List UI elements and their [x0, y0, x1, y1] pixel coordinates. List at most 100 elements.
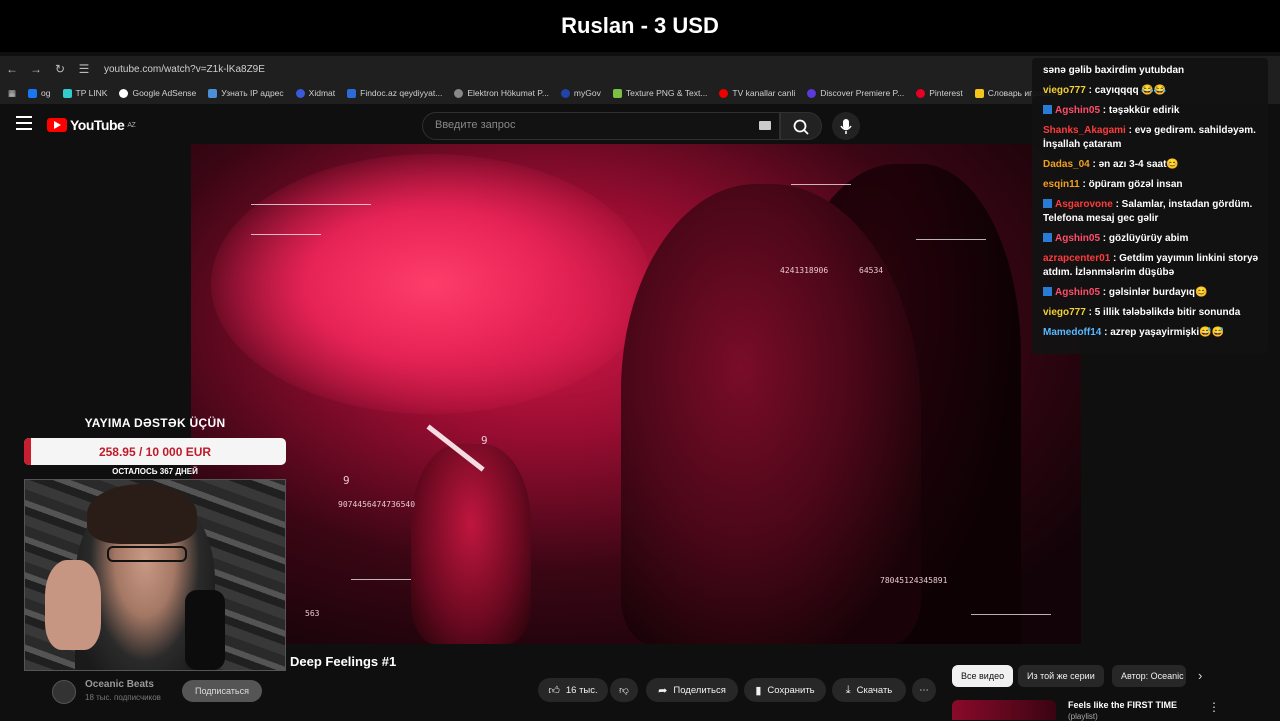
- like-count: 16 тыс.: [565, 684, 598, 696]
- hud-number: 563: [305, 609, 320, 618]
- bookmark-item[interactable]: og: [28, 88, 51, 98]
- bookmark-item[interactable]: myGov: [560, 88, 601, 98]
- bookmark-label: Узнать IP адрес: [221, 88, 284, 98]
- bookmark-item[interactable]: Elektron Hökumət P...: [454, 88, 549, 98]
- search-input[interactable]: Введите запрос: [422, 112, 780, 140]
- tplink-icon: [62, 88, 72, 98]
- forward-icon[interactable]: →: [24, 62, 48, 76]
- subscribe-button[interactable]: Подписаться: [182, 680, 262, 702]
- download-label: Скачать: [856, 684, 893, 696]
- bookmark-label: Xidmat: [308, 88, 336, 98]
- bookmark-item[interactable]: Узнать IP адрес: [208, 88, 284, 98]
- thumbs-up-icon: 👍︎: [548, 684, 560, 697]
- chip-author[interactable]: Автор: Oceanic: [1112, 665, 1186, 687]
- bookmark-item[interactable]: Pinterest: [916, 88, 963, 98]
- chat-badge-icon: [1043, 287, 1052, 296]
- site-info-icon[interactable]: ☰: [72, 62, 96, 76]
- tv-icon: [719, 88, 729, 98]
- chat-message: Asgarovone : Salamlar, instadan gördüm. …: [1043, 198, 1260, 226]
- share-icon: ➦: [658, 684, 668, 697]
- bookmark-item[interactable]: Discover Premiere P...: [807, 88, 904, 98]
- chat-message: Dadas_04 : ən azı 3-4 saat😊: [1043, 158, 1260, 172]
- search-button[interactable]: [780, 112, 822, 140]
- donation-goal-title: YAYIMA DƏSTƏK ÜÇÜN: [84, 416, 226, 430]
- save-button[interactable]: ▮ Сохранить: [744, 678, 826, 702]
- ip-icon: [208, 88, 218, 98]
- share-button[interactable]: ➦ Поделиться: [646, 678, 738, 702]
- related-title[interactable]: Feels like the FIRST TIME: [1068, 700, 1198, 710]
- bookmark-label: Elektron Hökumət P...: [467, 88, 549, 98]
- menu-icon[interactable]: [16, 116, 32, 130]
- chat-username: esqin11: [1043, 179, 1080, 190]
- streamer-hand: [45, 560, 101, 650]
- hud-number: 9: [481, 434, 488, 447]
- video-player[interactable]: 4241318906 64534 907445647473654​0 78045…: [191, 144, 1081, 644]
- chat-text: : cayıqqqq 😂😂: [1085, 85, 1167, 96]
- video-face: [621, 184, 921, 644]
- dislike-button[interactable]: 👎︎: [610, 678, 638, 702]
- bookmark-label: Pinterest: [929, 88, 963, 98]
- more-vert-icon[interactable]: ⋮: [1208, 700, 1220, 714]
- url-field[interactable]: youtube.com/watch?v=Z1k-lKa8Z9E: [104, 64, 265, 75]
- bookmark-item[interactable]: TV kanallar canli: [719, 88, 795, 98]
- keyboard-icon[interactable]: [759, 121, 771, 130]
- streamer-hair: [87, 484, 197, 544]
- microphone: [185, 590, 225, 670]
- like-button[interactable]: 👍︎ 16 тыс.: [538, 678, 608, 702]
- chip-all-videos[interactable]: Все видео: [952, 665, 1014, 687]
- chat-badge-icon: [1043, 233, 1052, 242]
- hud-number: 9: [343, 474, 350, 487]
- chat-text: : 5 illik tələbəlikdə bitir sonunda: [1085, 307, 1241, 318]
- bookmark-label: Findoc.az qeydiyyat...: [360, 88, 443, 98]
- chat-username: Agshin05: [1055, 105, 1101, 116]
- youtube-logo[interactable]: YouTube AZ: [47, 117, 136, 133]
- mic-icon: [840, 119, 852, 134]
- chat-message: viego777 : cayıqqqq 😂😂: [1043, 84, 1260, 98]
- chat-message: azrapcenter01 : Getdim yayımın linkini s…: [1043, 252, 1260, 280]
- dictionary-icon: [974, 88, 984, 98]
- premiere-icon: [807, 88, 817, 98]
- download-button[interactable]: ⤓ Скачать: [832, 678, 906, 702]
- bookmark-icon: ▮: [755, 684, 762, 697]
- voice-search-button[interactable]: [832, 112, 860, 140]
- streamer-glasses: [107, 546, 187, 562]
- bookmark-item[interactable]: Xidmat: [295, 88, 336, 98]
- xidmat-icon: [295, 88, 305, 98]
- facebook-icon: [28, 88, 38, 98]
- chat-message: sənə gəlib baxirdim yutubdan: [1043, 64, 1260, 78]
- reload-icon[interactable]: ↻: [48, 62, 72, 76]
- chat-message: Shanks_Akagami : evə gedirəm. sahildəyəm…: [1043, 124, 1260, 152]
- more-actions-button[interactable]: ⋯: [912, 678, 936, 702]
- back-icon[interactable]: ←: [0, 62, 24, 76]
- bookmark-item[interactable]: Findoc.az qeydiyyat...: [347, 88, 442, 98]
- hud-number: 64534: [859, 266, 884, 275]
- related-thumbnail[interactable]: [952, 700, 1056, 720]
- bookmark-item[interactable]: Texture PNG & Text...: [612, 88, 707, 98]
- chat-username: Agshin05: [1055, 233, 1101, 244]
- video-title: Deep Feelings #1: [290, 654, 397, 669]
- share-label: Поделиться: [673, 684, 726, 696]
- chevron-right-icon[interactable]: ›: [1198, 668, 1202, 683]
- bookmark-label: Google AdSense: [132, 88, 197, 98]
- apps-icon[interactable]: ▦: [8, 88, 16, 99]
- chip-same-series[interactable]: Из той же серии: [1018, 665, 1104, 687]
- chat-username: Mamedoff14: [1043, 327, 1102, 338]
- hud-number: 780451243458​91: [880, 576, 948, 585]
- bookmark-item[interactable]: Google AdSense: [119, 88, 196, 98]
- bookmark-label: Discover Premiere P...: [820, 88, 905, 98]
- channel-avatar[interactable]: [52, 680, 76, 704]
- hud-number: 4241318906: [780, 266, 829, 275]
- bookmark-label: TP LINK: [75, 88, 108, 98]
- search-icon: [793, 119, 809, 135]
- chat-text: : azrep yaşayirmişki😅😅: [1101, 327, 1225, 338]
- google-icon: [119, 88, 129, 98]
- chat-text: : öpüram gözəl insan: [1079, 179, 1183, 190]
- chat-badge-icon: [1043, 199, 1052, 208]
- chat-badge-icon: [1043, 105, 1052, 114]
- channel-subscribers: 18 тыс. подписчиков: [85, 693, 161, 702]
- chat-message: esqin11 : öpüram gözəl insan: [1043, 178, 1260, 192]
- chat-text: : gözlüyürüy abim: [1100, 233, 1189, 244]
- bookmark-item[interactable]: TP LINK: [62, 88, 108, 98]
- chat-text: : təşəkkür edirik: [1100, 105, 1180, 116]
- channel-name[interactable]: Oceanic Beats: [85, 679, 154, 690]
